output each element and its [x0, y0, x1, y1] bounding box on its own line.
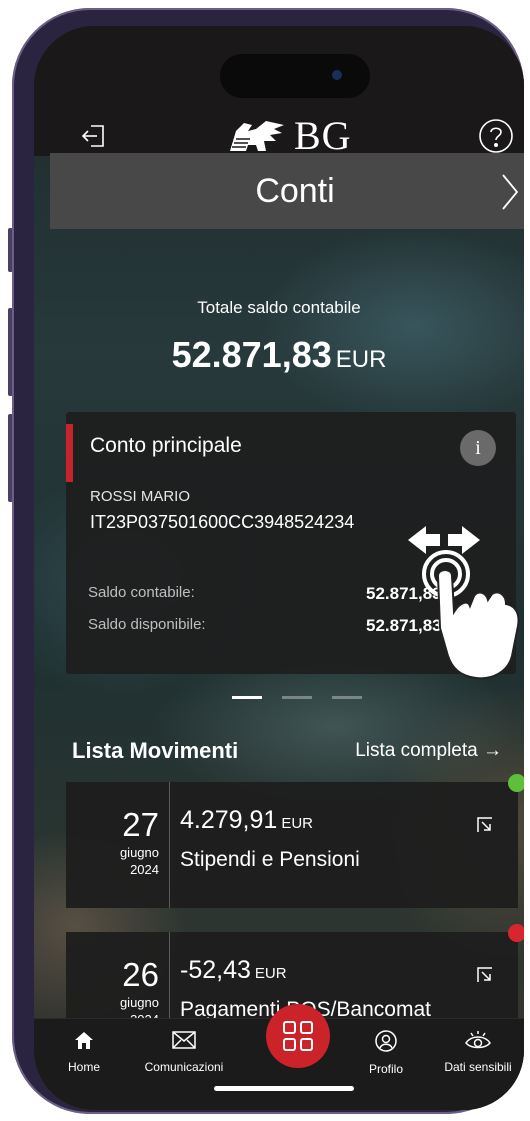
saldo-disponibile-label: Saldo disponibile:: [88, 616, 206, 633]
tab-comunicazioni[interactable]: Comunicazioni: [130, 1029, 238, 1074]
movement-year: 2024: [130, 862, 159, 877]
movement-date: 27 giugno 2024: [66, 782, 170, 908]
tab-profilo[interactable]: Profilo: [346, 1029, 426, 1076]
total-balance-label: Totale saldo contabile: [197, 298, 361, 317]
chevron-right-icon[interactable]: [500, 173, 520, 216]
movement-day: 27: [122, 806, 159, 843]
dynamic-island: [220, 54, 370, 98]
phone-frame: BG Conti Totale saldo contabile 52.871,8…: [12, 8, 524, 1114]
tab-dati-sensibili[interactable]: Dati sensibili: [432, 1029, 524, 1074]
movement-row[interactable]: 27 giugno 2024 4.279,91 EUR Stipendi e Pe…: [66, 774, 524, 908]
eye-icon: [465, 1031, 491, 1049]
page-dot[interactable]: [282, 696, 312, 699]
movement-amount-value: 4.279,91: [180, 806, 278, 834]
movement-month: giugno: [119, 995, 159, 1010]
tab-dati-sensibili-label: Dati sensibili: [444, 1060, 512, 1074]
home-indicator[interactable]: [214, 1086, 354, 1091]
saldo-contabile-label: Saldo contabile:: [88, 584, 195, 601]
page-dot[interactable]: [232, 696, 262, 699]
movement-day: 26: [122, 956, 159, 993]
movement-amount: -52,43 EUR: [180, 956, 287, 985]
account-name: Conto principale: [90, 434, 242, 457]
logout-icon[interactable]: [76, 118, 112, 154]
grid-icon: [283, 1021, 313, 1051]
bg-logo: BG: [226, 114, 366, 158]
home-icon: [75, 1032, 93, 1049]
info-icon[interactable]: i: [460, 430, 496, 466]
tab-profilo-label: Profilo: [368, 1062, 403, 1076]
title-bar: Conti: [50, 153, 524, 229]
movement-month: giugno: [119, 845, 159, 860]
account-holder: ROSSI MARIO: [90, 488, 191, 505]
full-list-link[interactable]: Lista completa →: [355, 740, 502, 762]
page-dot[interactable]: [332, 696, 362, 699]
account-accent-bar: [66, 424, 73, 482]
movement-currency: EUR: [254, 965, 287, 982]
total-balance: 52.871,83 EUR: [34, 334, 524, 376]
swipe-gesture-icon: [404, 516, 524, 686]
debit-indicator: [508, 924, 524, 942]
page-title: Conti: [255, 171, 335, 210]
movement-amount-value: -52,43: [180, 956, 251, 984]
movement-currency: EUR: [281, 815, 313, 832]
logo-text: BG: [294, 113, 352, 158]
app-screen: BG Conti Totale saldo contabile 52.871,8…: [34, 26, 524, 1110]
credit-indicator: [508, 774, 524, 792]
user-icon: [375, 1030, 397, 1052]
menu-grid-button[interactable]: [266, 1004, 330, 1068]
tab-home[interactable]: Home: [44, 1029, 124, 1074]
total-balance-amount: 52.871,83: [171, 334, 332, 375]
account-iban: IT23P037501600CC3948524234: [90, 512, 355, 532]
envelope-icon: [172, 1031, 196, 1049]
lion-logo-icon: [230, 121, 284, 151]
total-balance-currency: EUR: [335, 346, 387, 373]
tab-comunicazioni-label: Comunicazioni: [144, 1060, 224, 1074]
movement-description: Stipendi e Pensioni: [180, 848, 360, 871]
expand-icon[interactable]: [476, 966, 494, 989]
card-pagination[interactable]: [232, 696, 362, 699]
movement-date: 26 giugno 2024: [66, 932, 170, 1027]
movement-amount: 4.279,91 EUR: [180, 806, 313, 835]
tab-home-label: Home: [67, 1060, 100, 1074]
expand-icon[interactable]: [476, 816, 494, 839]
help-icon[interactable]: [476, 116, 516, 156]
movements-title: Lista Movimenti: [72, 738, 239, 763]
